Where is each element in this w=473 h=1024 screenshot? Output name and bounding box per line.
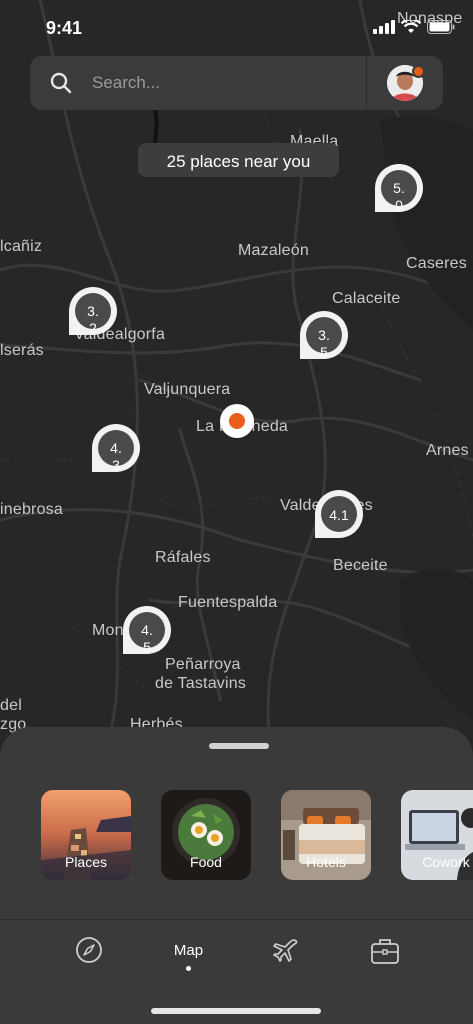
map-label-del: del <box>0 697 22 714</box>
category-label: Hotels <box>306 854 346 870</box>
map-label-valjunquera: Valjunquera <box>144 381 231 398</box>
pin-rating: 5. 0 <box>393 180 405 213</box>
map-label-fuentespalda: Fuentespalda <box>178 594 278 611</box>
status-icons <box>373 20 455 34</box>
phone-screen: Nonaspe Maella Mazaleón Caseres lcañiz C… <box>0 0 473 1024</box>
map-label-inebrosa: inebrosa <box>0 501 63 518</box>
active-tab-indicator <box>186 966 191 971</box>
category-cowork[interactable]: Cowork <box>401 790 473 880</box>
briefcase-icon[interactable] <box>370 937 400 965</box>
status-time: 9:41 <box>46 18 83 38</box>
pin-rating: 3. 2 <box>87 303 99 336</box>
category-label: Places <box>64 854 108 870</box>
category-places[interactable]: Places <box>41 790 131 880</box>
map-label-penarroya: Peñarroya <box>165 656 241 673</box>
category-label: Cowork <box>422 854 470 870</box>
search-bar[interactable]: Search... <box>30 56 443 110</box>
search-icon <box>50 72 72 94</box>
map-label-de-tastavins: de Tastavins <box>155 675 247 692</box>
map-label-mazaleon: Mazaleón <box>238 242 309 259</box>
signal-icon <box>373 20 395 34</box>
airplane-icon[interactable] <box>271 936 301 966</box>
compass-icon[interactable] <box>75 936 103 964</box>
map-label-arnes: Arnes <box>426 442 469 459</box>
pin-rating: 4. 3 <box>110 440 122 473</box>
sheet-drag-handle[interactable] <box>209 743 269 749</box>
category-hotels[interactable]: Hotels <box>281 790 371 880</box>
tab-map[interactable]: Map <box>160 942 217 959</box>
map-label-caseres: Caseres <box>406 255 467 272</box>
places-near-text: 25 places near you <box>166 152 311 171</box>
search-input[interactable]: Search... <box>92 73 160 93</box>
wifi-icon <box>401 20 421 33</box>
current-location-dot <box>229 413 245 429</box>
map-label-rafales: Ráfales <box>155 549 211 566</box>
category-label: Food <box>190 854 222 870</box>
notification-dot <box>412 65 425 78</box>
pin-rating: 4.1 <box>329 507 349 523</box>
map-label-calaceite: Calaceite <box>332 290 401 307</box>
pin-rating: 3. 5 <box>318 327 330 360</box>
map-label-beceite: Beceite <box>333 557 388 574</box>
pin-rating: 4. 5 <box>141 622 153 655</box>
category-food[interactable]: Food <box>161 790 251 880</box>
battery-icon <box>427 20 455 34</box>
map-label-alcaseras: lserás <box>0 342 44 359</box>
map-label-alcaniz: lcañiz <box>0 238 43 255</box>
search-divider <box>366 56 367 110</box>
home-indicator <box>151 1008 321 1014</box>
